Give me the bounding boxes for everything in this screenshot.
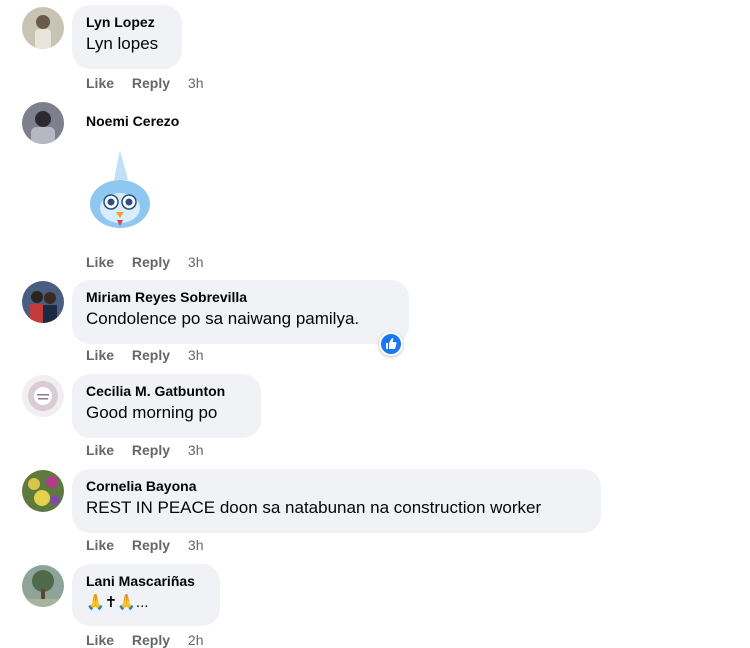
comment-author[interactable]: Noemi Cerezo xyxy=(86,112,179,130)
like-button[interactable]: Like xyxy=(86,537,114,553)
comment-author[interactable]: Cornelia Bayona xyxy=(86,477,587,495)
reply-button[interactable]: Reply xyxy=(132,347,170,363)
comment-text: REST IN PEACE doon sa natabunan na const… xyxy=(86,498,542,517)
comment-actions: Like Reply 3h xyxy=(86,347,204,363)
comment-bubble: Cornelia Bayona REST IN PEACE doon sa na… xyxy=(72,469,601,533)
comment-author[interactable]: Cecilia M. Gatbunton xyxy=(86,382,247,400)
like-button[interactable]: Like xyxy=(86,254,114,270)
avatar[interactable] xyxy=(22,7,64,49)
like-reaction-icon[interactable] xyxy=(379,332,403,356)
comment-actions: Like Reply 3h xyxy=(86,537,204,553)
avatar[interactable] xyxy=(22,375,64,417)
comment-bubble: Miriam Reyes Sobrevilla Condolence po sa… xyxy=(72,280,409,344)
like-button[interactable]: Like xyxy=(86,347,114,363)
avatar[interactable] xyxy=(22,565,64,607)
comment-author[interactable]: Lani Mascariñas xyxy=(86,572,206,590)
reply-button[interactable]: Reply xyxy=(132,537,170,553)
comment-text: Condolence po sa naiwang pamilya. xyxy=(86,309,360,328)
reply-button[interactable]: Reply xyxy=(132,254,170,270)
comment-bubble: Lani Mascariñas 🙏✝🙏... xyxy=(72,564,220,626)
comment-actions: Like Reply 3h xyxy=(86,254,204,270)
comment-time[interactable]: 3h xyxy=(188,347,204,363)
avatar[interactable] xyxy=(22,470,64,512)
comment-actions: Like Reply 3h xyxy=(86,75,204,91)
comment-bubble: Cecilia M. Gatbunton Good morning po xyxy=(72,374,261,438)
comment-time[interactable]: 3h xyxy=(188,537,204,553)
comment-text: Lyn lopes xyxy=(86,34,159,53)
comment-author[interactable]: Miriam Reyes Sobrevilla xyxy=(86,288,395,306)
comment-bubble: Lyn Lopez Lyn lopes xyxy=(72,5,182,69)
comment-author[interactable]: Lyn Lopez xyxy=(86,13,168,31)
comment-actions: Like Reply 3h xyxy=(86,442,204,458)
blue-bird-sticker xyxy=(90,150,150,228)
reply-button[interactable]: Reply xyxy=(132,442,170,458)
comment-time[interactable]: 3h xyxy=(188,254,204,270)
like-button[interactable]: Like xyxy=(86,442,114,458)
like-button[interactable]: Like xyxy=(86,75,114,91)
avatar[interactable] xyxy=(22,281,64,323)
comment-text: 🙏✝🙏... xyxy=(86,594,149,611)
avatar[interactable] xyxy=(22,102,64,144)
comment-time[interactable]: 3h xyxy=(188,75,204,91)
comment-text: Good morning po xyxy=(86,403,218,422)
comment-time[interactable]: 3h xyxy=(188,442,204,458)
reply-button[interactable]: Reply xyxy=(132,75,170,91)
